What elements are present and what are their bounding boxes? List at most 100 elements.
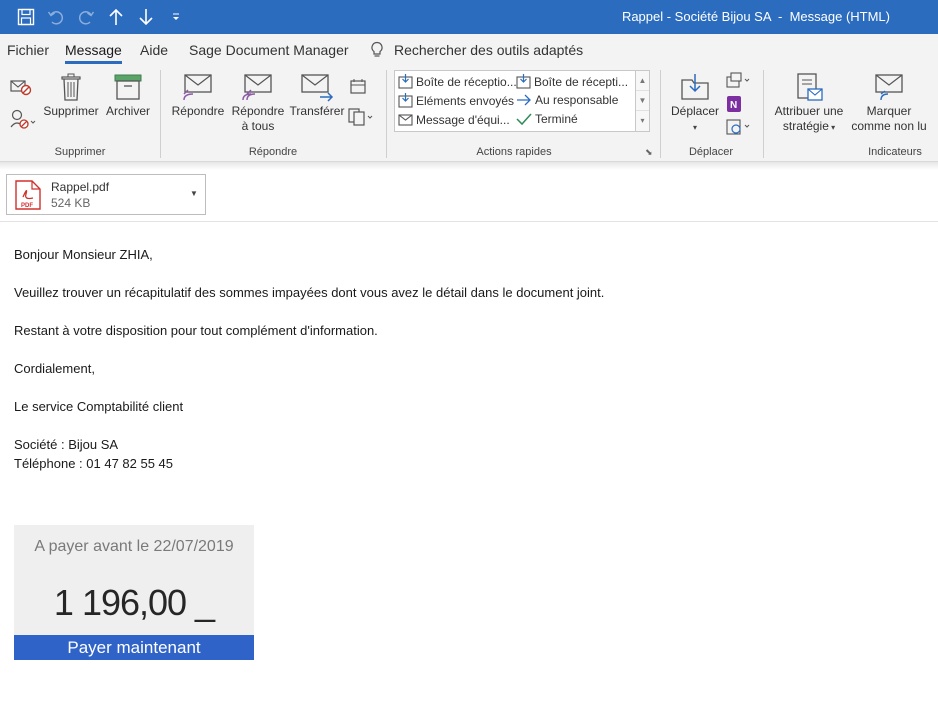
inbox-icon <box>516 74 531 89</box>
actions-icon[interactable] <box>726 118 752 141</box>
move-label: Déplacer <box>670 104 720 118</box>
payment-card: A payer avant le 22/07/2019 1 196,00 _ P… <box>14 525 254 660</box>
email-closing: Cordialement, <box>14 361 95 376</box>
rules-icon[interactable] <box>726 72 752 95</box>
quick-steps-gallery: Boîte de réceptio... Boîte de récepti...… <box>394 70 650 132</box>
inbox-icon <box>398 74 413 89</box>
quick-step-label: Message d'équi... <box>416 112 510 127</box>
previous-item-icon[interactable] <box>106 6 126 28</box>
checkmark-icon <box>516 113 532 126</box>
group-label-quick-steps: Actions rapides <box>476 146 552 158</box>
delete-button[interactable]: Supprimer <box>42 72 100 119</box>
sent-items-icon <box>398 93 413 108</box>
reply-icon <box>183 74 212 101</box>
reply-all-label-1: Répondre <box>231 104 285 118</box>
assign-policy-button[interactable]: Attribuer une stratégie ▾ <box>770 72 848 135</box>
mark-unread-button[interactable]: Marquer comme non lu <box>848 72 930 134</box>
quick-step-inbox-2[interactable]: Boîte de récepti... <box>516 74 628 89</box>
move-button[interactable]: Déplacer ▾ <box>668 72 722 135</box>
quick-step-team-email[interactable]: Message d'équi... <box>398 112 510 127</box>
delete-label: Supprimer <box>43 104 99 118</box>
ignore-icon[interactable] <box>10 78 32 101</box>
quick-step-to-manager[interactable]: Au responsable <box>516 93 618 107</box>
title-bar: Rappel - Société Bijou SA - Message (HTM… <box>0 0 938 34</box>
attachment-chip[interactable]: PDF Rappel.pdf 524 KB ▼ <box>6 174 206 215</box>
group-separator <box>386 70 387 158</box>
attachment-name: Rappel.pdf <box>51 180 110 194</box>
email-phone: Téléphone : 01 47 82 55 45 <box>14 456 174 471</box>
email-paragraph: Restant à votre disposition pour tout co… <box>14 323 378 338</box>
scroll-down-icon[interactable]: ▼ <box>636 91 649 111</box>
onenote-icon[interactable]: N <box>726 95 742 118</box>
email-paragraph: Veuillez trouver un récapitulatif des so… <box>14 285 605 300</box>
quick-step-label: Boîte de récepti... <box>534 74 629 89</box>
email-greeting: Bonjour Monsieur ZHIA, <box>14 247 153 262</box>
mark-unread-label-1: Marquer <box>866 104 912 118</box>
quick-step-label: Boîte de réceptio... <box>416 74 517 89</box>
junk-icon[interactable] <box>10 108 36 135</box>
ribbon: Supprimer Archiver Supprimer Répondre Ré… <box>0 64 938 162</box>
scroll-up-icon[interactable]: ▲ <box>636 71 649 91</box>
tab-sage-document-manager[interactable]: Sage Document Manager <box>189 42 349 58</box>
assign-policy-label-1: Attribuer une <box>774 104 844 118</box>
group-label-move: Déplacer <box>688 146 734 158</box>
tab-help[interactable]: Aide <box>140 42 168 58</box>
group-separator <box>160 70 161 158</box>
quick-access-toolbar <box>16 6 186 28</box>
unread-envelope-icon <box>875 74 903 101</box>
reply-all-button[interactable]: Répondre à tous <box>228 72 288 134</box>
more-respond-icon[interactable] <box>348 108 374 131</box>
pdf-icon: PDF <box>14 180 42 215</box>
svg-text:N: N <box>730 100 737 111</box>
reply-button[interactable]: Répondre <box>168 72 228 119</box>
save-icon[interactable] <box>16 6 36 28</box>
arrow-right-icon <box>517 94 531 106</box>
group-label-delete: Supprimer <box>54 146 106 158</box>
forward-button[interactable]: Transférer <box>289 72 345 119</box>
quick-step-sent-items[interactable]: Eléments envoyés <box>398 93 514 108</box>
due-date-label: A payer avant le 22/07/2019 <box>34 538 234 555</box>
envelope-icon <box>398 114 413 126</box>
chevron-down-icon: ▾ <box>692 123 697 132</box>
window-title: Rappel - Société Bijou SA - Message (HTM… <box>621 9 890 24</box>
chevron-down-icon: ▾ <box>828 123 836 132</box>
gallery-expand-icon[interactable]: ▾ <box>636 111 649 131</box>
customize-toolbar-icon[interactable] <box>166 6 186 28</box>
quick-step-label: Terminé <box>535 112 578 126</box>
quick-step-done[interactable]: Terminé <box>516 112 578 126</box>
group-label-respond: Répondre <box>248 146 298 158</box>
mark-unread-label-2: comme non lu <box>851 119 927 133</box>
undo-icon[interactable] <box>46 6 66 28</box>
attachment-size: 524 KB <box>51 196 91 210</box>
group-separator <box>660 70 661 158</box>
amount-due: 1 196,00 _ <box>53 582 215 623</box>
email-signature: Le service Comptabilité client <box>14 399 184 414</box>
redo-icon[interactable] <box>76 6 96 28</box>
pay-now-button[interactable]: Payer maintenant <box>14 635 254 660</box>
dialog-launcher-icon[interactable]: ⬊ <box>645 147 653 158</box>
svg-text:PDF: PDF <box>21 203 33 209</box>
tab-file[interactable]: Fichier <box>7 42 49 58</box>
lightbulb-icon <box>370 41 384 64</box>
policy-icon <box>797 73 823 101</box>
header-divider <box>0 221 938 222</box>
quick-step-label: Au responsable <box>535 93 619 107</box>
quick-step-inbox-1[interactable]: Boîte de réceptio... <box>398 74 517 89</box>
reply-label: Répondre <box>171 104 225 118</box>
reply-all-icon <box>242 74 272 101</box>
archive-label: Archiver <box>105 104 150 118</box>
quick-steps-scroller[interactable]: ▲ ▼ ▾ <box>635 71 649 131</box>
quick-step-label: Eléments envoyés <box>416 93 515 108</box>
meeting-reply-icon[interactable] <box>350 78 368 101</box>
trash-icon <box>61 73 81 101</box>
group-separator <box>763 70 764 158</box>
tab-message[interactable]: Message <box>65 42 122 64</box>
archive-icon <box>114 74 142 100</box>
forward-label: Transférer <box>289 104 345 118</box>
assign-policy-label-2: stratégie <box>782 119 829 133</box>
tell-me-search[interactable]: Rechercher des outils adaptés <box>394 42 583 58</box>
attachment-menu-icon[interactable]: ▼ <box>190 189 198 198</box>
archive-button[interactable]: Archiver <box>104 72 152 119</box>
next-item-icon[interactable] <box>136 6 156 28</box>
ribbon-tabs: Fichier Message Aide Sage Document Manag… <box>0 34 938 64</box>
